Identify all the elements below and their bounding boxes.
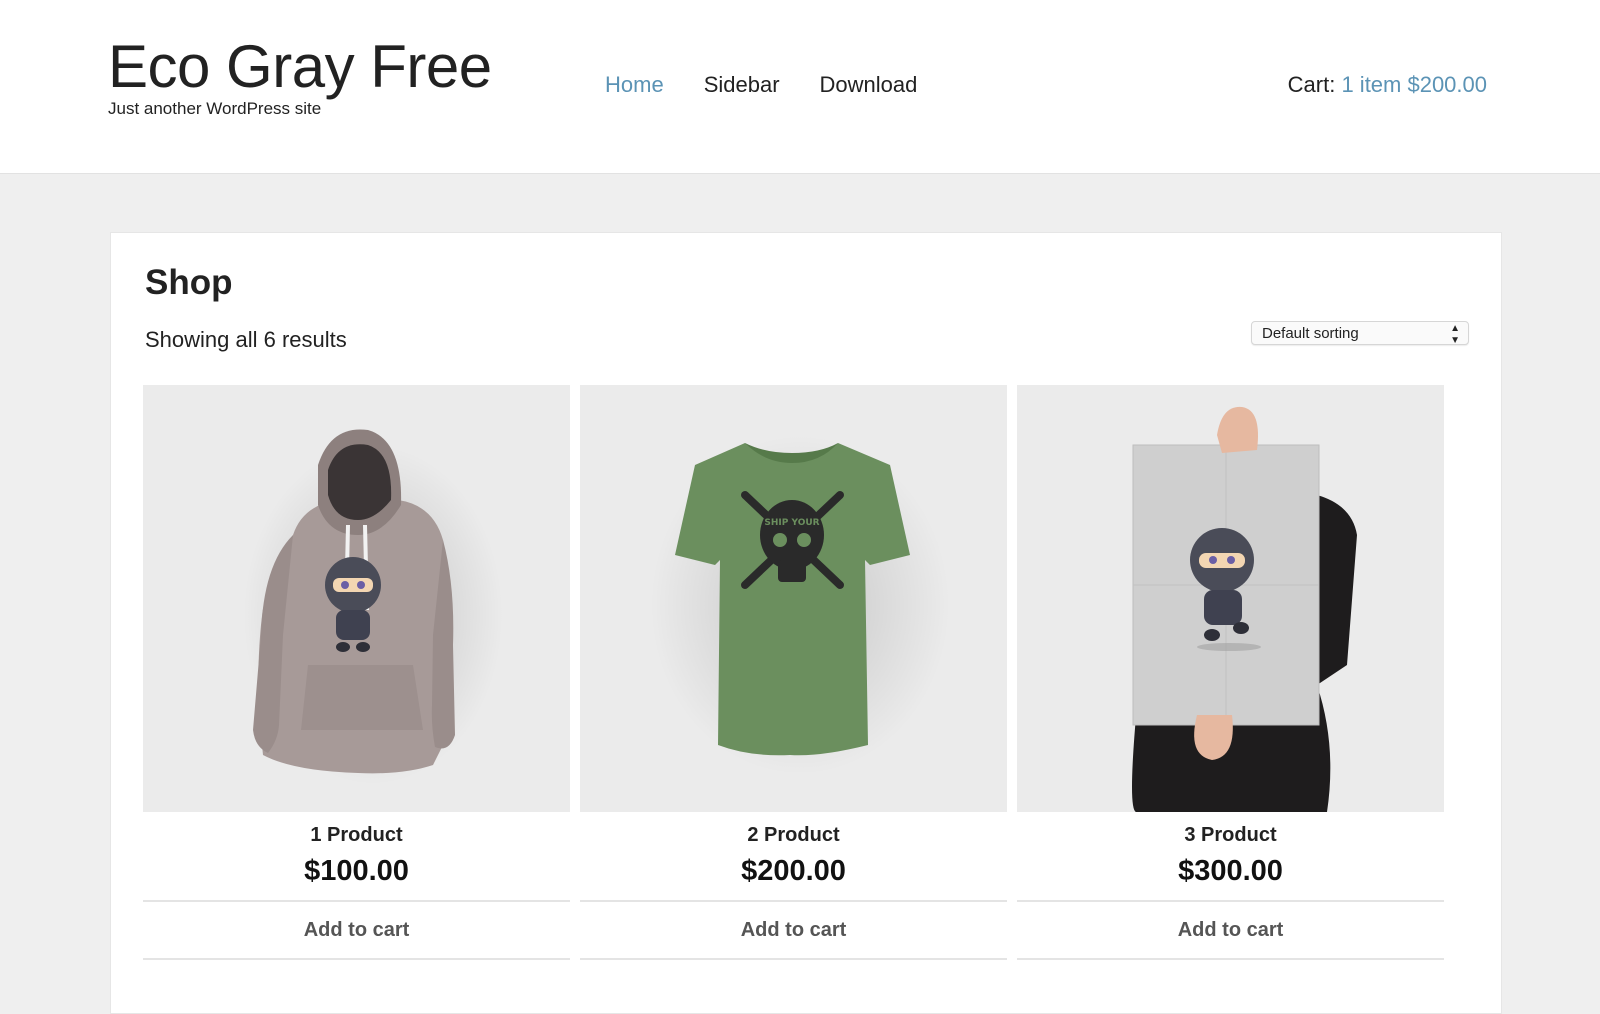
product-name[interactable]: 1 Product (143, 824, 570, 847)
product-price: $100.00 (304, 855, 409, 887)
add-to-cart-button[interactable]: Add to cart (580, 900, 1007, 960)
add-to-cart-button[interactable]: Add to cart (143, 900, 570, 960)
main-nav: Home Sidebar Download (605, 72, 917, 98)
cart-summary: Cart: 1 item $200.00 (1288, 72, 1487, 98)
nav-item-download[interactable]: Download (820, 72, 918, 98)
tshirt-image[interactable]: SHIP YOUR (580, 385, 1007, 812)
product-card: SHIP YOUR 2 Product $200.00 Add to cart (580, 385, 1007, 960)
sort-select-value: Default sorting (1262, 325, 1359, 342)
hoodie-image[interactable] (143, 385, 570, 812)
svg-text:SHIP YOUR: SHIP YOUR (764, 518, 819, 528)
page-title: Shop (145, 263, 233, 302)
product-price: $200.00 (741, 855, 846, 887)
nav-item-sidebar[interactable]: Sidebar (704, 72, 780, 98)
sort-select[interactable]: Default sorting ▲ ▼ (1251, 321, 1469, 346)
product-name[interactable]: 2 Product (580, 824, 1007, 847)
cart-label: Cart: (1287, 72, 1336, 97)
product-name[interactable]: 3 Product (1017, 824, 1444, 847)
product-price: $300.00 (1178, 855, 1283, 887)
site-tagline: Just another WordPress site (108, 99, 322, 118)
product-card: 1 Product $100.00 Add to cart (143, 385, 570, 960)
nav-item-home[interactable]: Home (605, 72, 664, 98)
poster-image[interactable] (1017, 385, 1444, 812)
results-count: Showing all 6 results (145, 327, 347, 352)
shop-content: Shop Showing all 6 results Default sorti… (110, 232, 1502, 1014)
select-arrows-icon: ▲ ▼ (1450, 323, 1460, 346)
add-to-cart-button[interactable]: Add to cart (1017, 900, 1444, 960)
cart-link[interactable]: 1 item $200.00 (1341, 72, 1487, 97)
product-card: 3 Product $300.00 Add to cart (1017, 385, 1444, 960)
site-title[interactable]: Eco Gray Free (108, 32, 492, 102)
site-header: Eco Gray Free Just another WordPress sit… (0, 0, 1600, 174)
